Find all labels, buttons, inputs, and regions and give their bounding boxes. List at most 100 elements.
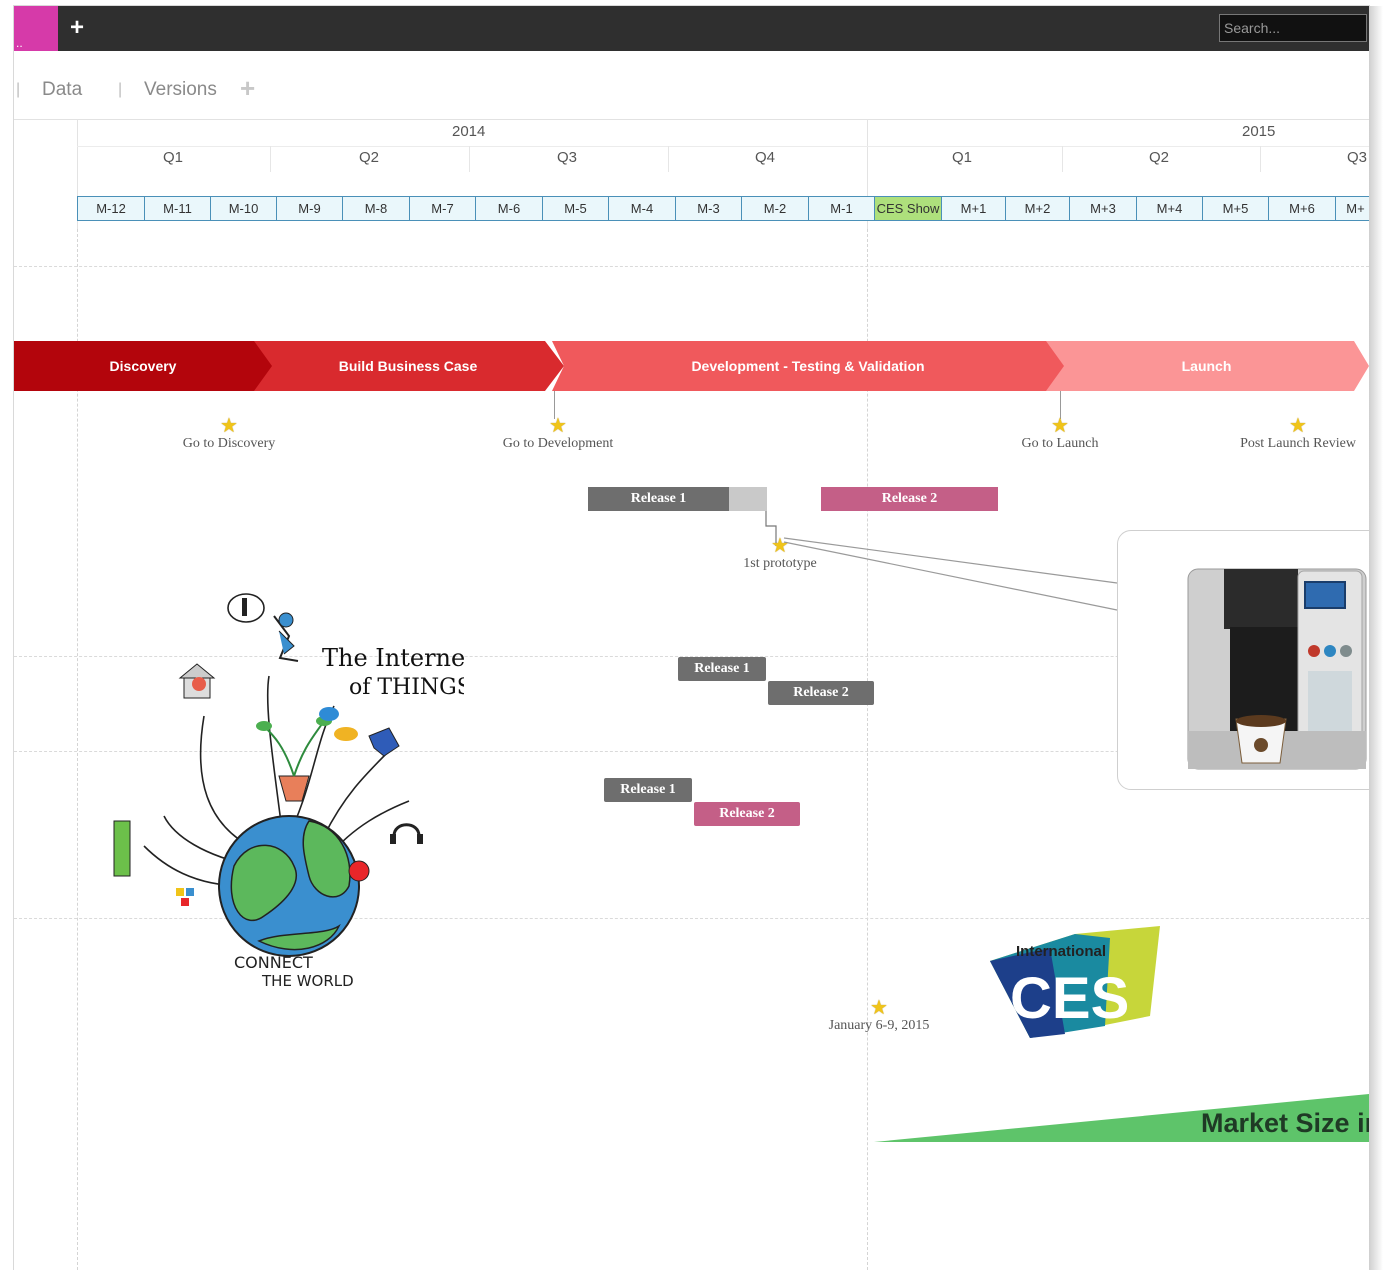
release-1-progress-tail <box>729 487 767 511</box>
milestone-label: Go to Discovery <box>182 436 276 451</box>
phase-launch[interactable]: Launch <box>1044 341 1369 391</box>
quarter-label: Q2 <box>1149 149 1170 166</box>
month-cell: M-3 <box>676 197 742 220</box>
coffee-machine-image <box>1187 568 1367 770</box>
top-bar: .. + <box>14 6 1369 64</box>
phase-discovery[interactable]: Discovery <box>14 341 272 391</box>
phase-label: Launch <box>1181 358 1232 374</box>
tab-data[interactable]: Data <box>42 79 82 101</box>
quarter-label: Q3 <box>557 149 578 166</box>
ces-logo: International CES <box>990 926 1160 1038</box>
add-tab-plus-icon[interactable]: + <box>70 16 84 40</box>
release-label: Release 2 <box>793 685 849 700</box>
phase-label: Discovery <box>109 358 177 374</box>
lane-divider <box>14 266 1369 267</box>
milestone-label: January 6-9, 2015 <box>828 1018 930 1033</box>
release-label: Release 1 <box>620 782 676 797</box>
release-label: Release 2 <box>719 806 775 821</box>
iot-footer-line1: CONNECT <box>234 953 313 972</box>
month-cell: M-9 <box>277 197 343 220</box>
release-2-bar[interactable]: Release 2 <box>694 802 800 826</box>
iot-footer-line2: THE WORLD <box>261 972 354 986</box>
month-cell: M-12 <box>78 197 145 220</box>
month-cell: M-4 <box>609 197 676 220</box>
add-view-plus-icon[interactable]: + <box>240 73 255 104</box>
month-cell: M-10 <box>211 197 277 220</box>
month-cell: M+2 <box>1006 197 1070 220</box>
milestone-label: Post Launch Review <box>1240 436 1356 451</box>
month-row: M-12 M-11 M-10 M-9 M-8 M-7 M-6 M-5 M-4 M-3 M-2 M-1 C… <box>77 196 1369 221</box>
quarter-divider <box>1260 146 1261 172</box>
ces-logo-main: CES <box>1010 966 1129 1031</box>
search-input[interactable] <box>1219 14 1367 42</box>
iot-title-line2: of THINGS <box>349 675 464 700</box>
month-cell: M+ <box>1336 197 1369 220</box>
tab-separator: | <box>16 81 21 98</box>
callout-line-lower <box>783 541 1118 611</box>
quarter-divider <box>270 146 271 172</box>
milestone-label: 1st prototype <box>743 556 817 571</box>
milestone-label: Go to Launch <box>1021 436 1099 451</box>
product-image-callout[interactable] <box>1117 530 1369 790</box>
view-tabs-bar: | Data | Versions + <box>14 51 1369 120</box>
iot-title-line1: The Internet <box>322 644 464 672</box>
month-cell: M+1 <box>942 197 1006 220</box>
release-1-bar[interactable]: Release 1 <box>678 657 766 681</box>
month-cell-ces-show: CES Show <box>875 197 942 220</box>
quarter-divider <box>668 146 669 172</box>
quarter-label: Q1 <box>952 149 973 166</box>
milestone-post-launch-review[interactable]: ★ Post Launch Review <box>1232 416 1364 452</box>
year-2015: 2015 <box>1242 123 1276 140</box>
phase-label: Development - Testing & Validation <box>691 358 925 374</box>
month-cell: M+6 <box>1269 197 1336 220</box>
phase-lane: Discovery Build Business Case Developmen… <box>14 341 1369 391</box>
milestone-1st-prototype[interactable]: ★ 1st prototype <box>730 536 830 572</box>
month-cell: M+5 <box>1203 197 1269 220</box>
callout-line-upper <box>783 537 1118 584</box>
release-label: Release 2 <box>881 491 938 506</box>
release-label: Release 1 <box>694 661 750 676</box>
star-icon: ★ <box>1051 415 1069 437</box>
phase-development[interactable]: Development - Testing & Validation <box>552 341 1064 391</box>
milestone-ces-date[interactable]: ★ January 6-9, 2015 <box>819 998 939 1034</box>
internet-of-things-illustration: The Internet of THINGS CONNECT THE WORLD <box>113 593 464 986</box>
month-cell: M-11 <box>145 197 211 220</box>
month-cell: M+3 <box>1070 197 1137 220</box>
milestone-label: Go to Development <box>502 436 614 451</box>
star-icon: ★ <box>549 415 567 437</box>
release-label: Release 1 <box>630 491 687 506</box>
roadmap-window: .. + | Data | Versions + 2014 2015 Q1 Q2… <box>14 6 1369 1270</box>
quarter-label: Q1 <box>163 149 184 166</box>
milestone-go-to-launch[interactable]: ★ Go to Launch <box>1004 416 1116 452</box>
month-cell: M-6 <box>476 197 543 220</box>
year-2014: 2014 <box>452 123 486 140</box>
month-cell: M-1 <box>809 197 875 220</box>
market-size-label: Market Size in <box>1201 1108 1369 1138</box>
quarter-divider <box>469 146 470 172</box>
month-cell: M-5 <box>543 197 609 220</box>
release-2-bar[interactable]: Release 2 <box>768 681 874 705</box>
tab-separator: | <box>118 81 123 98</box>
quarter-label: Q4 <box>755 149 776 166</box>
quarter-divider <box>1062 146 1063 172</box>
star-icon: ★ <box>1289 415 1307 437</box>
ces-logo-top: International <box>1016 943 1106 960</box>
star-icon: ★ <box>220 415 238 437</box>
window-shadow <box>1369 6 1383 1270</box>
star-icon: ★ <box>870 997 888 1019</box>
phase-label: Build Business Case <box>338 358 478 374</box>
star-icon: ★ <box>771 535 789 557</box>
phase-build-business-case[interactable]: Build Business Case <box>252 341 564 391</box>
release-2-bar[interactable]: Release 2 <box>821 487 998 511</box>
milestone-go-to-development[interactable]: ★ Go to Development <box>488 416 628 452</box>
month-cell: M+4 <box>1137 197 1203 220</box>
month-cell: M-2 <box>742 197 809 220</box>
quarter-label: Q3 <box>1347 149 1368 166</box>
month-cell: M-8 <box>343 197 410 220</box>
month-cell: M-7 <box>410 197 476 220</box>
quarter-label: Q2 <box>359 149 380 166</box>
tab-versions[interactable]: Versions <box>144 79 217 101</box>
release-1-bar[interactable]: Release 1 <box>588 487 729 511</box>
release-1-bar[interactable]: Release 1 <box>604 778 692 802</box>
milestone-go-to-discovery[interactable]: ★ Go to Discovery <box>164 416 294 452</box>
